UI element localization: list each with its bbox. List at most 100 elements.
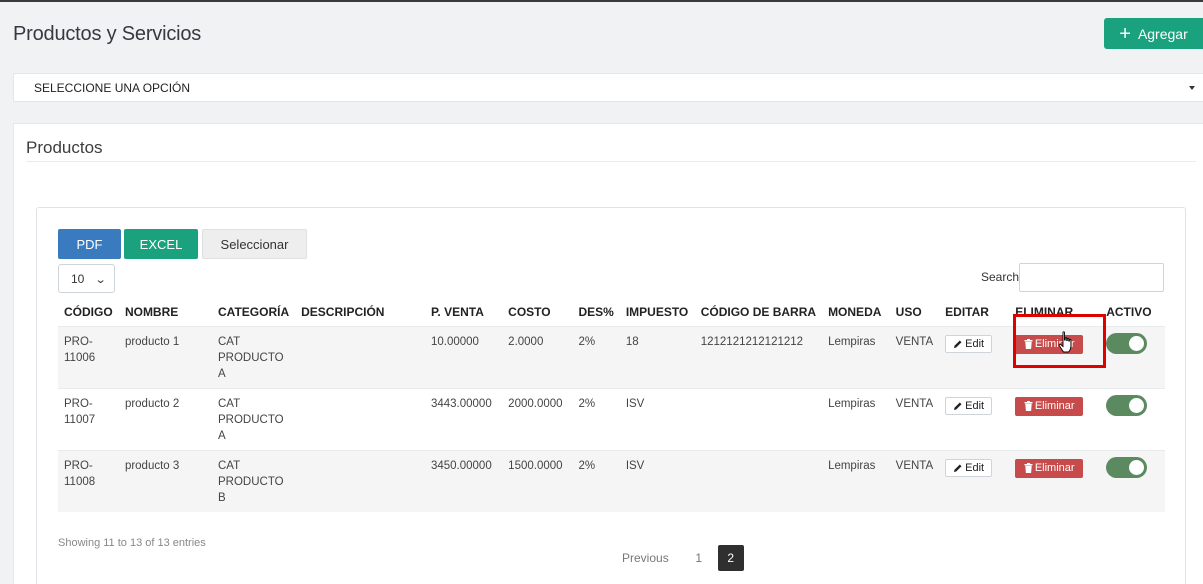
cell-descripcion — [295, 449, 425, 512]
header-p-venta[interactable]: P. VENTA — [425, 299, 502, 326]
trash-icon — [1024, 401, 1033, 411]
active-toggle[interactable] — [1106, 456, 1148, 478]
header-descripcion[interactable]: DESCRIPCIÓN — [295, 299, 425, 326]
header-activo[interactable]: ACTIVO — [1100, 299, 1165, 326]
pencil-icon — [954, 464, 962, 472]
cell-uso: VENTA — [889, 387, 940, 450]
edit-button-label: Edit — [965, 337, 985, 350]
pencil-icon — [954, 402, 962, 410]
cell-codigo-barra: 1212121212121212 — [694, 325, 823, 388]
table-info: Showing 11 to 13 of 13 entries — [58, 537, 206, 549]
cell-codigo: PRO- 11006 — [58, 325, 119, 388]
header-editar[interactable]: EDITAR — [939, 299, 1009, 326]
plus-icon: + — [1119, 22, 1131, 45]
category-select-value: SELECCIONE UNA OPCIÓN — [34, 81, 191, 95]
cell-eliminar: Eliminar — [1009, 449, 1101, 512]
header-nombre[interactable]: NOMBRE — [119, 299, 212, 326]
header-moneda[interactable]: MONEDA — [822, 299, 890, 326]
cell-uso: VENTA — [889, 449, 940, 512]
cell-nombre: producto 3 — [118, 449, 212, 512]
toggle-knob — [1129, 459, 1145, 475]
caret-down-icon — [1189, 86, 1195, 90]
datatable-panel: PDF EXCEL Seleccionar 10 ⌄ Search: CÓDIG… — [36, 207, 1186, 584]
cell-codigo: PRO- 11008 — [58, 449, 119, 512]
category-select[interactable]: SELECCIONE UNA OPCIÓN — [13, 73, 1203, 102]
card-divider — [26, 161, 1196, 162]
table-row: PRO- 11007 producto 2 CAT PRODUCTO A 3443.0… — [58, 387, 1165, 450]
cell-codigo-barra — [694, 387, 823, 450]
cell-descripcion — [295, 325, 425, 388]
cell-categoria: CAT PRODUCTO B — [212, 449, 296, 512]
table-header-row: CÓDIGO NOMBRE CATEGORÍA DESCRIPCIÓN P. VENTA… — [58, 299, 1165, 326]
cell-codigo-barra — [694, 449, 823, 512]
header-des[interactable]: DES% — [572, 299, 619, 326]
cell-moneda: Lempiras — [822, 325, 890, 388]
add-button-label: Agregar — [1137, 25, 1188, 42]
excel-export-button[interactable]: EXCEL — [124, 229, 198, 259]
trash-icon — [1024, 463, 1033, 473]
edit-button[interactable]: Edit — [945, 396, 993, 415]
header-uso[interactable]: USO — [890, 299, 940, 326]
toggle-knob — [1129, 397, 1145, 413]
delete-button[interactable]: Eliminar — [1015, 396, 1084, 416]
pagination-page-2[interactable]: 2 — [717, 545, 744, 571]
cell-costo: 2.0000 — [502, 325, 573, 388]
cell-uso: VENTA — [889, 325, 940, 388]
search-input[interactable] — [1019, 263, 1164, 292]
cell-impuesto: ISV — [619, 449, 695, 512]
active-toggle[interactable] — [1106, 332, 1148, 354]
search-label: Search: — [981, 270, 1023, 284]
cell-editar: Edit — [939, 449, 1010, 512]
pencil-icon — [954, 340, 962, 348]
delete-button[interactable]: Eliminar — [1015, 458, 1084, 478]
header-categoria[interactable]: CATEGORÍA — [212, 299, 295, 326]
select-button[interactable]: Seleccionar — [202, 229, 307, 259]
cell-des: 2% — [572, 387, 620, 450]
cell-p-venta: 3443.00000 — [424, 387, 503, 450]
cell-activo — [1100, 449, 1165, 512]
cell-costo: 2000.0000 — [502, 387, 573, 450]
edit-button[interactable]: Edit — [945, 458, 993, 477]
cell-eliminar: Eliminar — [1009, 387, 1101, 450]
delete-button-label: Eliminar — [1034, 400, 1075, 412]
table-row: PRO- 11008 producto 3 CAT PRODUCTO B 3450.0… — [58, 449, 1165, 512]
cell-impuesto: 18 — [619, 325, 695, 388]
add-button[interactable]: + Agregar — [1104, 18, 1203, 49]
edit-button-label: Edit — [965, 461, 985, 474]
cell-categoria: CAT PRODUCTO A — [212, 325, 296, 388]
delete-button-label: Eliminar — [1034, 462, 1075, 474]
table-row: PRO- 11006 producto 1 CAT PRODUCTO A 10.000… — [58, 325, 1165, 388]
pagination-previous[interactable]: Previous — [622, 551, 669, 565]
cell-editar: Edit — [939, 387, 1010, 450]
chevron-down-icon: ⌄ — [94, 274, 107, 286]
cell-p-venta: 3450.00000 — [424, 449, 503, 512]
cell-descripcion — [295, 387, 425, 450]
pagination-page-1[interactable]: 1 — [691, 551, 707, 565]
cell-codigo: PRO- 11007 — [58, 387, 119, 450]
edit-button-label: Edit — [965, 399, 985, 412]
cell-nombre: producto 1 — [118, 325, 212, 388]
active-toggle[interactable] — [1106, 394, 1148, 416]
card-title: Productos — [26, 138, 103, 157]
cell-categoria: CAT PRODUCTO A — [212, 387, 296, 450]
header-costo[interactable]: COSTO — [502, 299, 572, 326]
header-codigo-barra[interactable]: CÓDIGO DE BARRA — [695, 299, 822, 326]
cell-nombre: producto 2 — [118, 387, 212, 450]
cell-moneda: Lempiras — [822, 449, 890, 512]
header-codigo[interactable]: CÓDIGO — [58, 299, 119, 326]
pagination: Previous 1 2 — [622, 545, 744, 571]
cell-p-venta: 10.00000 — [424, 325, 503, 388]
cell-costo: 1500.0000 — [502, 449, 573, 512]
toggle-knob — [1129, 335, 1145, 351]
cell-activo — [1100, 325, 1165, 388]
cell-activo — [1100, 387, 1165, 450]
cell-des: 2% — [572, 325, 620, 388]
cell-editar: Edit — [939, 325, 1010, 388]
cell-des: 2% — [572, 449, 620, 512]
header-impuesto[interactable]: IMPUESTO — [620, 299, 695, 326]
pdf-export-button[interactable]: PDF — [58, 229, 121, 259]
table-body: PRO- 11006 producto 1 CAT PRODUCTO A 10.000… — [58, 325, 1165, 512]
page-length-select[interactable]: 10 ⌄ — [58, 264, 115, 293]
cell-moneda: Lempiras — [822, 387, 890, 450]
edit-button[interactable]: Edit — [945, 334, 993, 353]
